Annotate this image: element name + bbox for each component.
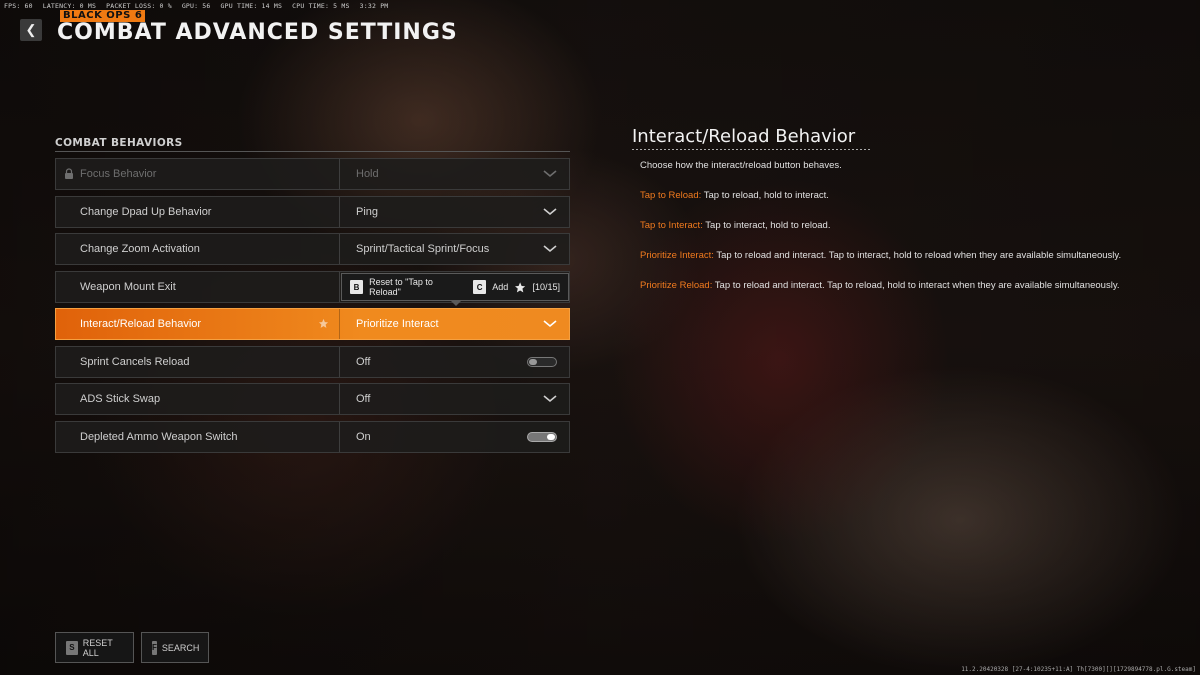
chevron-left-icon: ❮ (25, 22, 37, 37)
detail-title: Interact/Reload Behavior (632, 126, 856, 147)
detail-option: Prioritize Reload: Tap to reload and int… (640, 280, 1120, 291)
setting-label: Weapon Mount Exit (80, 281, 176, 293)
setting-label: Depleted Ammo Weapon Switch (80, 431, 238, 443)
setting-row-dpad-up-behavior[interactable]: Change Dpad Up Behavior Ping (55, 196, 570, 228)
key-prompt-s: S (66, 640, 78, 655)
clock: 3:32 PM (359, 2, 389, 10)
setting-label: Change Dpad Up Behavior (80, 206, 212, 218)
setting-value: Prioritize Interact (356, 318, 439, 330)
setting-value: On (356, 431, 371, 443)
setting-value: Off (356, 356, 371, 368)
back-button[interactable]: ❮ (20, 19, 42, 41)
setting-value: Sprint/Tactical Sprint/Focus (356, 243, 490, 255)
toggle-switch[interactable] (527, 357, 557, 367)
setting-value: Off (356, 393, 371, 405)
setting-row-focus-behavior[interactable]: Focus Behavior Hold (55, 158, 570, 190)
detail-description: Choose how the interact/reload button be… (640, 160, 842, 171)
favorites-count: [10/15] (532, 282, 560, 292)
setting-label: Interact/Reload Behavior (80, 318, 202, 330)
key-prompt-f: F (152, 640, 157, 655)
setting-tooltip: B Reset to "Tap to Reload" C Add [10/15] (341, 273, 569, 301)
setting-label: Focus Behavior (80, 168, 157, 180)
page-title: COMBAT ADVANCED SETTINGS (57, 20, 458, 45)
detail-option: Tap to Interact: Tap to interact, hold t… (640, 220, 831, 231)
reset-all-button[interactable]: S RESET ALL (55, 632, 134, 663)
lock-icon (65, 168, 73, 179)
build-info: 11.2.20420328 [27-4:10235+11:A] Th[7300]… (961, 666, 1196, 673)
key-prompt-c[interactable]: C (473, 280, 487, 294)
setting-label: Change Zoom Activation (80, 243, 200, 255)
setting-row-depleted-ammo-weapon-switch[interactable]: Depleted Ammo Weapon Switch On (55, 421, 570, 453)
setting-value: Hold (356, 168, 379, 180)
setting-row-sprint-cancels-reload[interactable]: Sprint Cancels Reload Off (55, 346, 570, 378)
tooltip-pointer (451, 301, 461, 306)
detail-option: Prioritize Interact: Tap to reload and i… (640, 250, 1122, 261)
setting-label: Sprint Cancels Reload (80, 356, 190, 368)
section-title: COMBAT BEHAVIORS (55, 137, 183, 149)
section-divider (55, 151, 570, 152)
star-icon[interactable] (318, 318, 329, 329)
star-icon (515, 281, 526, 292)
add-favorite-label[interactable]: Add (492, 282, 508, 292)
chevron-down-icon (543, 170, 557, 178)
setting-row-interact-reload-behavior[interactable]: Interact/Reload Behavior Prioritize Inte… (55, 308, 570, 340)
chevron-down-icon (543, 395, 557, 403)
detail-divider (632, 149, 872, 150)
setting-value: Ping (356, 206, 379, 218)
setting-row-ads-stick-swap[interactable]: ADS Stick Swap Off (55, 383, 570, 415)
detail-option: Tap to Reload: Tap to reload, hold to in… (640, 190, 829, 201)
reset-default-label[interactable]: Reset to "Tap to Reload" (369, 277, 461, 297)
setting-label: ADS Stick Swap (80, 393, 161, 405)
search-button[interactable]: F SEARCH (141, 632, 209, 663)
setting-row-zoom-activation[interactable]: Change Zoom Activation Sprint/Tactical S… (55, 233, 570, 265)
chevron-down-icon (543, 245, 557, 253)
toggle-switch[interactable] (527, 432, 557, 442)
key-prompt-b[interactable]: B (350, 280, 364, 294)
chevron-down-icon (543, 320, 557, 328)
chevron-down-icon (543, 208, 557, 216)
